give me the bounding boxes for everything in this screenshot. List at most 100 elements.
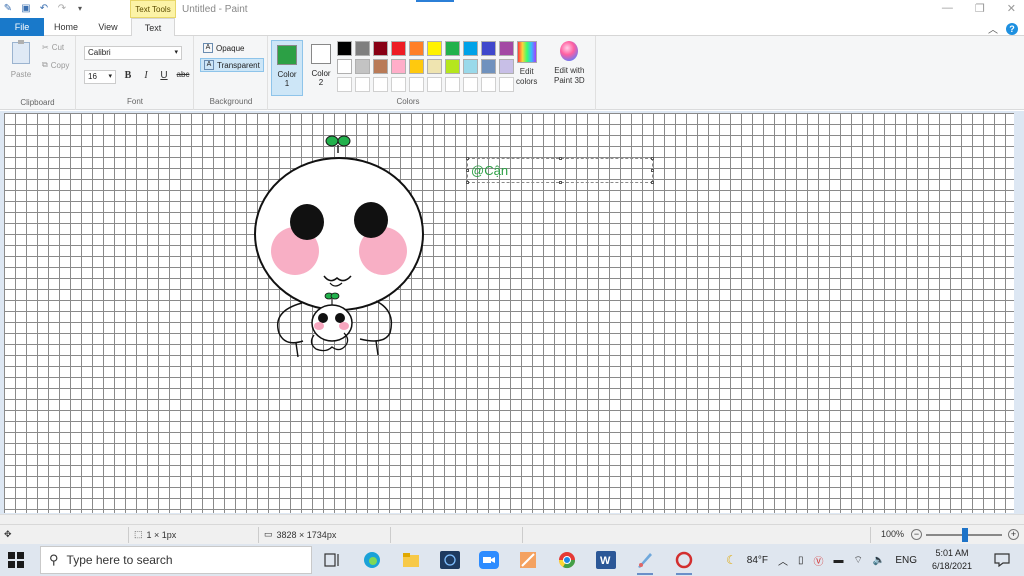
resize-handle[interactable] (466, 157, 469, 160)
palette-swatch[interactable] (391, 41, 406, 56)
volume-icon[interactable]: 🔈 (873, 555, 885, 566)
text-box[interactable]: @Cận (466, 157, 654, 184)
edit-colors-button[interactable]: Edit colors (516, 41, 537, 87)
redo-icon[interactable]: ↷ (56, 2, 68, 14)
wifi-icon[interactable]: ⌔ (854, 554, 863, 567)
notifications-icon[interactable] (990, 548, 1014, 572)
paint-app-taskbar-icon[interactable] (633, 548, 657, 575)
font-family-select[interactable]: Calibri ▾ (84, 46, 182, 60)
edit-with-paint3d-button[interactable]: Edit with Paint 3D (554, 41, 585, 86)
palette-swatch[interactable] (373, 59, 388, 74)
color2-button[interactable]: Color 2 (305, 40, 337, 96)
palette-swatch[interactable] (481, 41, 496, 56)
antivirus-icon[interactable]: Ⓥ (814, 553, 824, 568)
palette-swatch[interactable] (355, 41, 370, 56)
color1-button[interactable]: Color 1 (271, 40, 303, 96)
show-hidden-icons-icon[interactable]: ︿ (778, 553, 788, 568)
resize-handle[interactable] (466, 169, 469, 172)
palette-swatch[interactable] (445, 77, 460, 92)
customize-toolbar-icon[interactable]: ▾ (74, 2, 86, 14)
transparent-option[interactable]: A Transparent (200, 58, 264, 72)
palette-swatch[interactable] (337, 59, 352, 74)
underline-button[interactable]: U (157, 70, 171, 81)
palette-swatch[interactable] (481, 59, 496, 74)
palette-swatch[interactable] (409, 59, 424, 74)
clock[interactable]: 5:01 AM 6/18/2021 (920, 547, 984, 573)
bold-button[interactable]: B (121, 70, 135, 81)
palette-swatch[interactable] (445, 41, 460, 56)
paint-app-icon[interactable]: ✎ (2, 2, 14, 14)
close-icon[interactable]: ✕ (1007, 2, 1016, 15)
palette-swatch[interactable] (463, 77, 478, 92)
dell-app-icon[interactable] (438, 548, 462, 572)
battery-meter-icon[interactable]: ▯ (798, 555, 804, 566)
selection-size: ⬚ 1 × 1px (134, 529, 176, 540)
canvas-workspace: @Cận (0, 111, 1024, 525)
palette-swatch[interactable] (427, 59, 442, 74)
snipping-tool-icon[interactable] (516, 548, 540, 572)
maximize-icon[interactable]: ❐ (975, 2, 985, 15)
palette-swatch[interactable] (409, 77, 424, 92)
scissors-icon: ✂ (42, 43, 49, 52)
palette-swatch[interactable] (337, 41, 352, 56)
zoom-slider-thumb[interactable] (962, 528, 968, 542)
palette-swatch[interactable] (463, 41, 478, 56)
paste-button[interactable]: Paste (8, 40, 34, 79)
palette-swatch[interactable] (481, 77, 496, 92)
edge-browser-icon[interactable] (360, 548, 384, 572)
palette-swatch[interactable] (355, 77, 370, 92)
windows-start-button[interactable] (8, 552, 24, 568)
palette-swatch[interactable] (427, 77, 442, 92)
italic-button[interactable]: I (139, 70, 153, 81)
font-size-select[interactable]: 16 ▾ (84, 70, 116, 84)
strikethrough-button[interactable]: abc (175, 70, 191, 79)
chrome-browser-icon[interactable] (555, 548, 579, 572)
save-icon[interactable]: ▣ (20, 2, 32, 14)
language-indicator[interactable]: ENG (895, 555, 917, 566)
palette-swatch[interactable] (499, 59, 514, 74)
task-view-icon[interactable] (320, 548, 344, 572)
palette-swatch[interactable] (427, 41, 442, 56)
tab-home[interactable]: Home (48, 18, 84, 36)
palette-swatch[interactable] (409, 41, 424, 56)
drawing-canvas[interactable]: @Cận (4, 113, 1014, 513)
file-explorer-icon[interactable] (399, 548, 423, 572)
image-size-icon: ▭ (264, 529, 273, 539)
resize-handle[interactable] (651, 157, 654, 160)
resize-handle[interactable] (651, 169, 654, 172)
copy-button[interactable]: ⧉ Copy (42, 60, 69, 70)
palette-swatch[interactable] (373, 77, 388, 92)
palette-swatch[interactable] (463, 59, 478, 74)
palette-swatch[interactable] (337, 77, 352, 92)
resize-handle[interactable] (651, 181, 654, 184)
minimize-icon[interactable]: — (942, 2, 953, 15)
palette-swatch[interactable] (391, 59, 406, 74)
zoom-out-button[interactable]: − (911, 529, 922, 540)
palette-swatch[interactable] (499, 41, 514, 56)
collapse-ribbon-icon[interactable]: ︿ (988, 21, 998, 36)
battery-icon[interactable]: ▬ (834, 555, 844, 566)
palette-swatch[interactable] (373, 41, 388, 56)
zoom-in-button[interactable]: + (1008, 529, 1019, 540)
undo-icon[interactable]: ↶ (38, 2, 50, 14)
horizontal-scrollbar[interactable] (0, 514, 1024, 524)
palette-swatch[interactable] (355, 59, 370, 74)
resize-handle[interactable] (559, 181, 562, 184)
red-app-icon[interactable] (672, 548, 696, 575)
weather-temperature[interactable]: 84°F (747, 555, 768, 566)
opaque-option[interactable]: A Opaque (200, 41, 247, 55)
resize-handle[interactable] (466, 181, 469, 184)
word-app-icon[interactable]: W (594, 548, 618, 572)
palette-swatch[interactable] (445, 59, 460, 74)
palette-swatch[interactable] (391, 77, 406, 92)
help-icon[interactable]: ? (1006, 22, 1018, 35)
tab-view[interactable]: View (90, 18, 126, 36)
palette-swatch[interactable] (499, 77, 514, 92)
cut-button[interactable]: ✂ Cut (42, 43, 64, 52)
resize-handle[interactable] (559, 157, 562, 160)
zoom-app-icon[interactable] (477, 548, 501, 572)
taskbar-search-box[interactable]: ⚲ Type here to search (40, 546, 312, 574)
tab-file[interactable]: File (0, 18, 44, 36)
tab-text[interactable]: Text (131, 18, 175, 37)
text-box-content[interactable]: @Cận (471, 163, 508, 178)
